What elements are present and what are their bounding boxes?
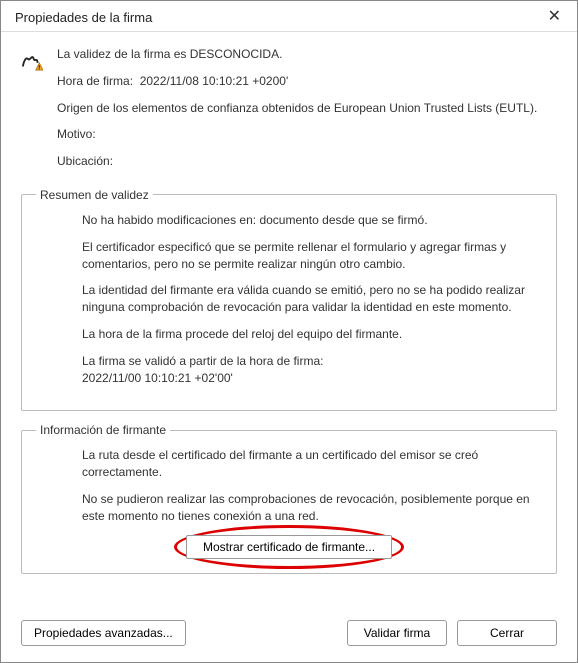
advanced-properties-button[interactable]: Propiedades avanzadas... xyxy=(21,620,186,646)
button-bar: Propiedades avanzadas... Validar firma C… xyxy=(1,616,577,662)
signature-properties-dialog: Propiedades de la firma ✕ La validez de … xyxy=(0,0,578,663)
sign-time-value: 2022/11/08 10:10:21 +0200' xyxy=(140,74,289,88)
certifier-text: El certificador especificó que se permit… xyxy=(82,239,542,273)
location-label: Ubicación: xyxy=(57,153,537,170)
identity-text: La identidad del firmante era válida cua… xyxy=(82,282,542,316)
revocation-text: No se pudieron realizar las comprobacion… xyxy=(82,491,542,525)
top-section: La validez de la firma es DESCONOCIDA. H… xyxy=(21,46,557,180)
cert-chain-text: La ruta desde el certificado del firmant… xyxy=(82,447,542,481)
close-button[interactable]: Cerrar xyxy=(457,620,557,646)
no-modifications-text: No ha habido modificaciones en: document… xyxy=(82,212,542,229)
show-cert-wrapper: Mostrar certificado de firmante... xyxy=(36,535,542,559)
sign-time-label: Hora de firma: xyxy=(57,74,133,88)
sign-time: Hora de firma: 2022/11/08 10:10:21 +0200… xyxy=(57,73,537,90)
show-signer-certificate-button[interactable]: Mostrar certificado de firmante... xyxy=(186,535,392,559)
trust-origin: Origen de los elementos de confianza obt… xyxy=(57,100,537,117)
validity-summary-group: Resumen de validez No ha habido modifica… xyxy=(21,188,557,411)
validity-summary-legend: Resumen de validez xyxy=(36,188,153,202)
validated-time: 2022/11/00 10:10:21 +02'00' xyxy=(82,371,233,385)
reason-label: Motivo: xyxy=(57,126,537,143)
validate-signature-button[interactable]: Validar firma xyxy=(347,620,447,646)
signature-warning-icon xyxy=(21,50,43,72)
signer-info-group: Información de firmante La ruta desde el… xyxy=(21,423,557,573)
dialog-title: Propiedades de la firma xyxy=(15,10,152,25)
signer-info-text: La ruta desde el certificado del firmant… xyxy=(36,447,542,524)
dialog-content: La validez de la firma es DESCONOCIDA. H… xyxy=(1,32,577,616)
right-buttons: Validar firma Cerrar xyxy=(347,620,557,646)
validity-summary-text: No ha habido modificaciones en: document… xyxy=(36,212,542,386)
validated-from: La firma se validó a partir de la hora d… xyxy=(82,353,542,387)
titlebar: Propiedades de la firma ✕ xyxy=(1,1,577,32)
clock-text: La hora de la firma procede del reloj de… xyxy=(82,326,542,343)
close-icon[interactable]: ✕ xyxy=(542,9,567,25)
validity-status: La validez de la firma es DESCONOCIDA. xyxy=(57,46,537,63)
signer-info-legend: Información de firmante xyxy=(36,423,170,437)
top-text: La validez de la firma es DESCONOCIDA. H… xyxy=(57,46,537,180)
